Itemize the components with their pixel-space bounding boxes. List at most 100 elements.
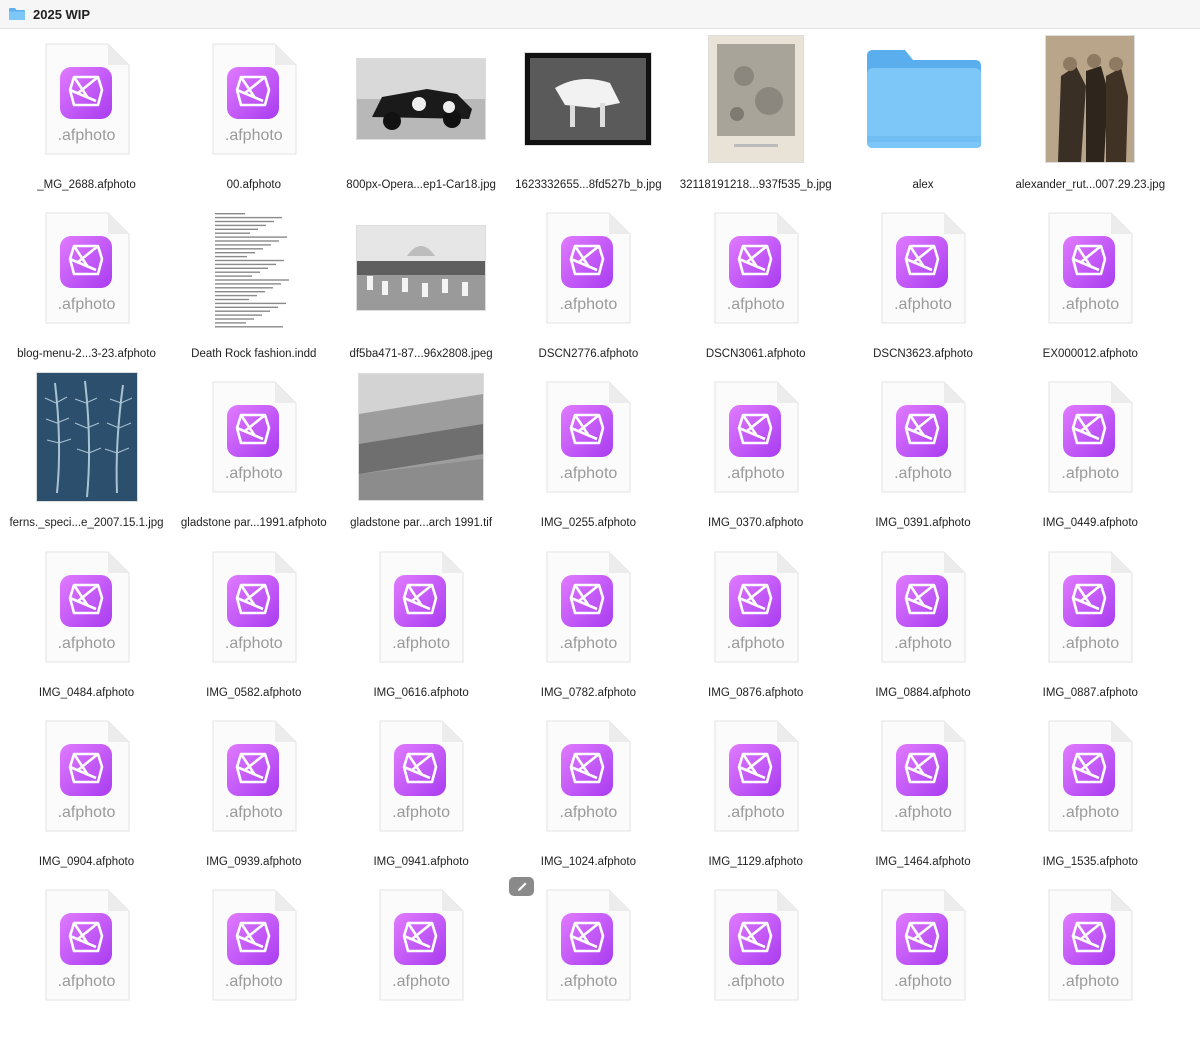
file-item[interactable]: .afphoto IMG_0939.afphoto	[170, 706, 337, 875]
file-thumbnail[interactable]: .afphoto	[1007, 537, 1174, 677]
file-item[interactable]: .afphoto IMG_0941.afphoto	[338, 706, 505, 875]
file-name-label[interactable]: EX000012.afphoto	[1003, 348, 1178, 360]
file-name-label[interactable]: alex	[836, 179, 1011, 191]
file-thumbnail[interactable]	[505, 29, 672, 169]
file-item[interactable]: .afphoto IMG_1464.afphoto	[840, 706, 1007, 875]
file-name-label[interactable]: IMG_0616.afphoto	[334, 687, 509, 699]
file-item[interactable]: .afphoto IMG_1535.afphoto	[1007, 706, 1174, 875]
file-name-label[interactable]: IMG_0941.afphoto	[334, 856, 509, 868]
file-thumbnail[interactable]: .afphoto	[338, 706, 505, 846]
file-item[interactable]: .afphoto IMG_1129.afphoto	[672, 706, 839, 875]
file-thumbnail[interactable]: .afphoto	[170, 537, 337, 677]
file-name-label[interactable]: IMG_1464.afphoto	[836, 856, 1011, 868]
file-item[interactable]: .afphoto IMG_0391.afphoto	[840, 367, 1007, 536]
file-item[interactable]: alexander_rut...007.29.23.jpg	[1007, 29, 1174, 198]
file-name-label[interactable]: IMG_0904.afphoto	[0, 856, 174, 868]
file-thumbnail[interactable]: .afphoto	[505, 537, 672, 677]
file-item[interactable]: .afphoto	[3, 875, 170, 1044]
file-item[interactable]: .afphoto blog-menu-2...3-23.afphoto	[3, 198, 170, 367]
file-thumbnail[interactable]: .afphoto	[672, 198, 839, 338]
file-item[interactable]: df5ba471-87...96x2808.jpeg	[338, 198, 505, 367]
file-item[interactable]: .afphoto IMG_0884.afphoto	[840, 537, 1007, 706]
file-thumbnail[interactable]: .afphoto	[1007, 198, 1174, 338]
file-item[interactable]: .afphoto IMG_0616.afphoto	[338, 537, 505, 706]
file-item[interactable]: 1623332655...8fd527b_b.jpg	[505, 29, 672, 198]
file-name-label[interactable]: gladstone par...1991.afphoto	[166, 517, 341, 529]
file-item[interactable]: .afphoto	[338, 875, 505, 1044]
file-thumbnail[interactable]	[338, 29, 505, 169]
file-name-label[interactable]: blog-menu-2...3-23.afphoto	[0, 348, 174, 360]
file-thumbnail[interactable]: .afphoto	[672, 875, 839, 1015]
file-name-label[interactable]: df5ba471-87...96x2808.jpeg	[334, 348, 509, 360]
file-item[interactable]: ferns._speci...e_2007.15.1.jpg	[3, 367, 170, 536]
file-name-label[interactable]: IMG_0255.afphoto	[501, 517, 676, 529]
file-thumbnail[interactable]: .afphoto	[3, 29, 170, 169]
file-name-label[interactable]: IMG_0484.afphoto	[0, 687, 174, 699]
file-item[interactable]: .afphoto IMG_0370.afphoto	[672, 367, 839, 536]
file-name-label[interactable]: IMG_0876.afphoto	[668, 687, 843, 699]
file-thumbnail[interactable]: .afphoto	[840, 875, 1007, 1015]
file-thumbnail[interactable]: .afphoto	[170, 875, 337, 1015]
file-name-label[interactable]: alexander_rut...007.29.23.jpg	[1003, 179, 1178, 191]
file-item[interactable]: .afphoto	[170, 875, 337, 1044]
file-item[interactable]: .afphoto IMG_0449.afphoto	[1007, 367, 1174, 536]
file-item[interactable]: gladstone par...arch 1991.tif	[338, 367, 505, 536]
file-item[interactable]: .afphoto IMG_0582.afphoto	[170, 537, 337, 706]
file-name-label[interactable]: DSCN3061.afphoto	[668, 348, 843, 360]
file-item[interactable]: .afphoto IMG_0255.afphoto	[505, 367, 672, 536]
file-item[interactable]: Death Rock fashion.indd	[170, 198, 337, 367]
file-thumbnail[interactable]: .afphoto	[672, 367, 839, 507]
file-item[interactable]: .afphoto 00.afphoto	[170, 29, 337, 198]
file-thumbnail[interactable]: .afphoto	[840, 367, 1007, 507]
file-name-label[interactable]: IMG_0582.afphoto	[166, 687, 341, 699]
file-name-label[interactable]: IMG_0391.afphoto	[836, 517, 1011, 529]
file-item[interactable]: .afphoto IMG_1024.afphoto	[505, 706, 672, 875]
file-item[interactable]: .afphoto _MG_2688.afphoto	[3, 29, 170, 198]
file-thumbnail[interactable]	[170, 198, 337, 338]
file-item[interactable]: .afphoto	[672, 875, 839, 1044]
file-item[interactable]: .afphoto IMG_0876.afphoto	[672, 537, 839, 706]
file-thumbnail[interactable]	[338, 367, 505, 507]
file-item[interactable]: 32118191218...937f535_b.jpg	[672, 29, 839, 198]
file-name-label[interactable]: Death Rock fashion.indd	[166, 348, 341, 360]
file-thumbnail[interactable]: .afphoto	[3, 706, 170, 846]
file-thumbnail[interactable]: .afphoto	[3, 875, 170, 1015]
file-name-label[interactable]: IMG_0370.afphoto	[668, 517, 843, 529]
file-item[interactable]: .afphoto	[1007, 875, 1174, 1044]
file-item[interactable]: .afphoto EX000012.afphoto	[1007, 198, 1174, 367]
file-thumbnail[interactable]: .afphoto	[170, 29, 337, 169]
file-thumbnail[interactable]: .afphoto	[505, 875, 672, 1015]
file-thumbnail[interactable]: .afphoto	[1007, 706, 1174, 846]
file-thumbnail[interactable]: .afphoto	[170, 706, 337, 846]
file-item[interactable]: .afphoto	[505, 875, 672, 1044]
file-thumbnail[interactable]: .afphoto	[840, 198, 1007, 338]
file-thumbnail[interactable]: .afphoto	[3, 537, 170, 677]
file-item[interactable]: .afphoto DSCN3623.afphoto	[840, 198, 1007, 367]
file-name-label[interactable]: IMG_1024.afphoto	[501, 856, 676, 868]
file-thumbnail[interactable]	[1007, 29, 1174, 169]
file-thumbnail[interactable]: .afphoto	[505, 367, 672, 507]
file-thumbnail[interactable]	[672, 29, 839, 169]
file-thumbnail[interactable]: .afphoto	[338, 875, 505, 1015]
file-item[interactable]: 800px-Opera...ep1-Car18.jpg	[338, 29, 505, 198]
file-name-label[interactable]: gladstone par...arch 1991.tif	[334, 517, 509, 529]
file-thumbnail[interactable]: .afphoto	[1007, 875, 1174, 1015]
file-name-label[interactable]: 00.afphoto	[166, 179, 341, 191]
file-name-label[interactable]: ferns._speci...e_2007.15.1.jpg	[0, 517, 174, 529]
file-thumbnail[interactable]: .afphoto	[170, 367, 337, 507]
file-name-label[interactable]: IMG_0939.afphoto	[166, 856, 341, 868]
file-item[interactable]: alex	[840, 29, 1007, 198]
file-item[interactable]: .afphoto IMG_0782.afphoto	[505, 537, 672, 706]
file-thumbnail[interactable]: .afphoto	[505, 706, 672, 846]
file-name-label[interactable]: 32118191218...937f535_b.jpg	[668, 179, 843, 191]
file-name-label[interactable]: IMG_0884.afphoto	[836, 687, 1011, 699]
file-name-label[interactable]: DSCN2776.afphoto	[501, 348, 676, 360]
file-thumbnail[interactable]	[840, 29, 1007, 169]
file-thumbnail[interactable]: .afphoto	[840, 537, 1007, 677]
file-thumbnail[interactable]: .afphoto	[672, 537, 839, 677]
file-thumbnail[interactable]: .afphoto	[840, 706, 1007, 846]
file-name-label[interactable]: IMG_0782.afphoto	[501, 687, 676, 699]
file-thumbnail[interactable]: .afphoto	[1007, 367, 1174, 507]
file-item[interactable]: .afphoto IMG_0887.afphoto	[1007, 537, 1174, 706]
file-name-label[interactable]: _MG_2688.afphoto	[0, 179, 174, 191]
